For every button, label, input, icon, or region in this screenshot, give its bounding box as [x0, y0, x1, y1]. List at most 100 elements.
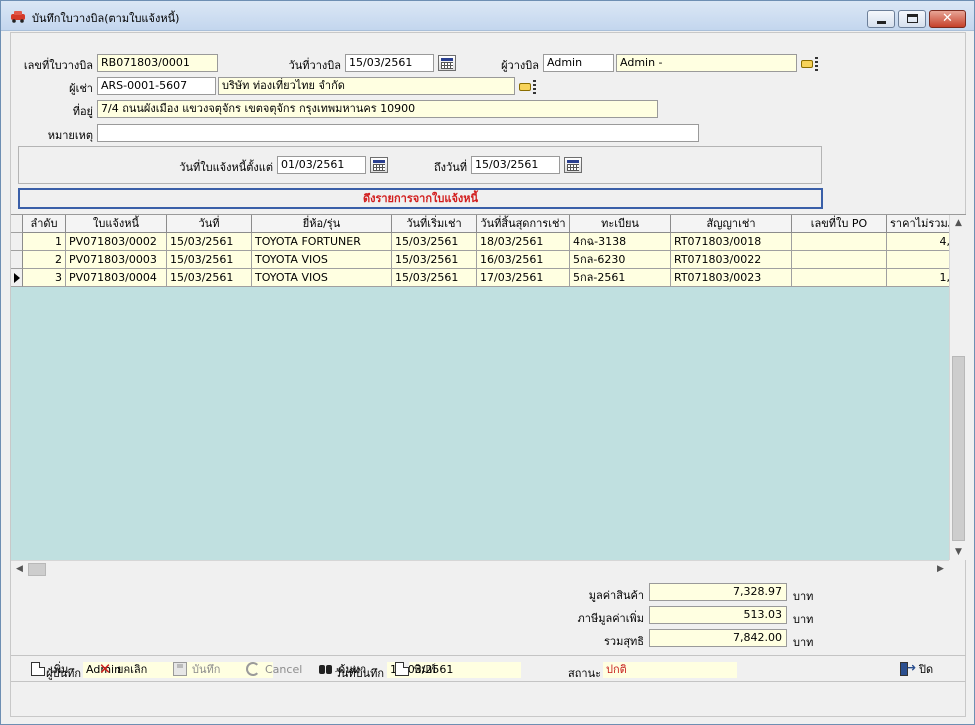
column-header[interactable]: ทะเบียน [570, 215, 671, 233]
scroll-down-icon[interactable]: ▼ [950, 544, 966, 560]
delete-x-icon: ✕ [98, 660, 112, 678]
cancel-button[interactable]: Cancel [246, 657, 302, 681]
close-button[interactable]: ปิด [900, 657, 933, 681]
column-header[interactable]: วันที่เริ่มเช่า [392, 215, 477, 233]
grid-header: ลำดับ ใบแจ้งหนี้ วันที่ ยี่ห้อ/รุ่น วันที่เร… [11, 215, 961, 233]
scroll-left-icon[interactable]: ◀ [11, 561, 28, 578]
vat-field: 513.03 [649, 606, 787, 624]
column-header[interactable]: ใบแจ้งหนี้ [66, 215, 167, 233]
column-header[interactable]: เลขที่ใบ PO [792, 215, 887, 233]
column-header[interactable]: สัญญาเช่า [671, 215, 792, 233]
from-date-field[interactable]: 01/03/2561 [277, 156, 366, 174]
vertical-scrollbar[interactable]: ▲ ▼ [949, 215, 966, 560]
bill-no-label: เลขที่ใบวางบิล [23, 59, 93, 72]
add-label: เพิ่ม [50, 663, 69, 676]
vat-unit: บาท [793, 613, 814, 626]
biller-name-field: Admin - [616, 54, 797, 72]
net-total-label: รวมสุทธิ [603, 635, 644, 648]
picker-hand-icon[interactable] [801, 57, 819, 71]
table-cell[interactable]: 5กล-6230 [570, 251, 671, 269]
cancel-document-button[interactable]: ✕ ยกเลิก [98, 657, 148, 681]
divider [11, 681, 966, 682]
biller-code-field[interactable]: Admin [543, 54, 614, 72]
maximize-button[interactable] [898, 10, 926, 28]
table-cell[interactable]: RT071803/0022 [671, 251, 792, 269]
table-cell[interactable]: 17/03/2561 [477, 269, 570, 287]
table-cell[interactable]: PV071803/0003 [66, 251, 167, 269]
table-cell[interactable]: TOYOTA FORTUNER [252, 233, 392, 251]
close-window-button[interactable]: ✕ [929, 10, 966, 28]
print-document-icon [395, 662, 409, 676]
address-field[interactable]: 7/4 ถนนผังเมือง แขวงจตุจักร เขตจตุจักร ก… [97, 100, 658, 118]
note-field[interactable] [97, 124, 699, 142]
horizontal-scrollbar[interactable]: ◀ ▶ [11, 560, 949, 577]
bill-date-field[interactable]: 15/03/2561 [345, 54, 434, 72]
table-cell[interactable]: 1 [23, 233, 66, 251]
table-cell[interactable]: TOYOTA VIOS [252, 269, 392, 287]
table-cell[interactable]: 15/03/2561 [167, 269, 252, 287]
table-cell[interactable]: 15/03/2561 [392, 233, 477, 251]
divider [11, 655, 966, 656]
table-cell[interactable]: RT071803/0018 [671, 233, 792, 251]
table-cell[interactable]: PV071803/0004 [66, 269, 167, 287]
table-cell[interactable]: TOYOTA VIOS [252, 251, 392, 269]
table-cell[interactable]: 15/03/2561 [167, 233, 252, 251]
vertical-scroll-thumb[interactable] [952, 356, 965, 541]
undo-icon [246, 662, 260, 676]
window-title: บันทึกใบวางบิล(ตามใบแจ้งหนี้) [32, 12, 180, 25]
table-cell[interactable]: 15/03/2561 [392, 251, 477, 269]
table-cell[interactable]: 3 [23, 269, 66, 287]
table-cell[interactable]: PV071803/0002 [66, 233, 167, 251]
fetch-invoices-button[interactable]: ดึงรายการจากใบแจ้งหนี้ [18, 188, 823, 209]
net-total-field: 7,842.00 [649, 629, 787, 647]
table-cell[interactable] [792, 251, 887, 269]
address-label: ที่อยู่ [72, 105, 93, 118]
table-cell[interactable]: 4กฉ-3138 [570, 233, 671, 251]
table-cell[interactable]: 15/03/2561 [167, 251, 252, 269]
table-cell[interactable]: 15/03/2561 [392, 269, 477, 287]
print-button[interactable]: พิมพ์ [395, 657, 436, 681]
maximize-icon [907, 14, 918, 23]
picker-hand-icon[interactable] [519, 80, 537, 94]
table-cell[interactable]: 2 [23, 251, 66, 269]
calendar-icon[interactable] [438, 55, 456, 71]
minimize-button[interactable] [867, 10, 895, 28]
print-label: พิมพ์ [414, 663, 436, 676]
to-date-field[interactable]: 15/03/2561 [471, 156, 560, 174]
scroll-up-icon[interactable]: ▲ [950, 215, 966, 232]
column-header[interactable]: ยี่ห้อ/รุ่น [252, 215, 392, 233]
close-label: ปิด [919, 663, 934, 676]
goods-unit: บาท [793, 590, 814, 603]
column-header[interactable]: วันที่สิ้นสุดการเช่า [477, 215, 570, 233]
current-row-icon [14, 273, 20, 283]
to-date-label: ถึงวันที่ [434, 161, 467, 174]
save-button[interactable]: บันทึก [173, 657, 220, 681]
bill-no-field[interactable]: RB071803/0001 [97, 54, 218, 72]
table-cell[interactable] [792, 269, 887, 287]
table-cell[interactable]: 16/03/2561 [477, 251, 570, 269]
column-header[interactable]: วันที่ [167, 215, 252, 233]
main-window: บันทึกใบวางบิล(ตามใบแจ้งหนี้) ✕ เลขที่ใบ… [0, 0, 975, 725]
row-selector[interactable] [11, 251, 23, 269]
exit-door-icon [900, 661, 916, 676]
calendar-icon[interactable] [370, 157, 388, 173]
add-button[interactable]: เพิ่ม [31, 657, 68, 681]
scroll-right-icon[interactable]: ▶ [932, 561, 949, 578]
table-cell[interactable]: RT071803/0023 [671, 269, 792, 287]
new-document-icon [31, 662, 45, 676]
table-cell[interactable]: 18/03/2561 [477, 233, 570, 251]
search-button[interactable]: ค้นหา [319, 657, 366, 681]
save-disk-icon [173, 662, 187, 676]
renter-code-field[interactable]: ARS-0001-5607 [97, 77, 216, 95]
calendar-icon[interactable] [564, 157, 582, 173]
row-selector[interactable] [11, 269, 23, 287]
net-unit: บาท [793, 636, 814, 649]
table-cell[interactable] [792, 233, 887, 251]
horizontal-scroll-thumb[interactable] [28, 563, 46, 576]
column-header[interactable]: ลำดับ [23, 215, 66, 233]
search-label: ค้นหา [338, 663, 367, 676]
row-selector[interactable] [11, 233, 23, 251]
vat-label: ภาษีมูลค่าเพิ่ม [577, 612, 644, 625]
binoculars-icon [319, 662, 333, 676]
table-cell[interactable]: 5กล-2561 [570, 269, 671, 287]
